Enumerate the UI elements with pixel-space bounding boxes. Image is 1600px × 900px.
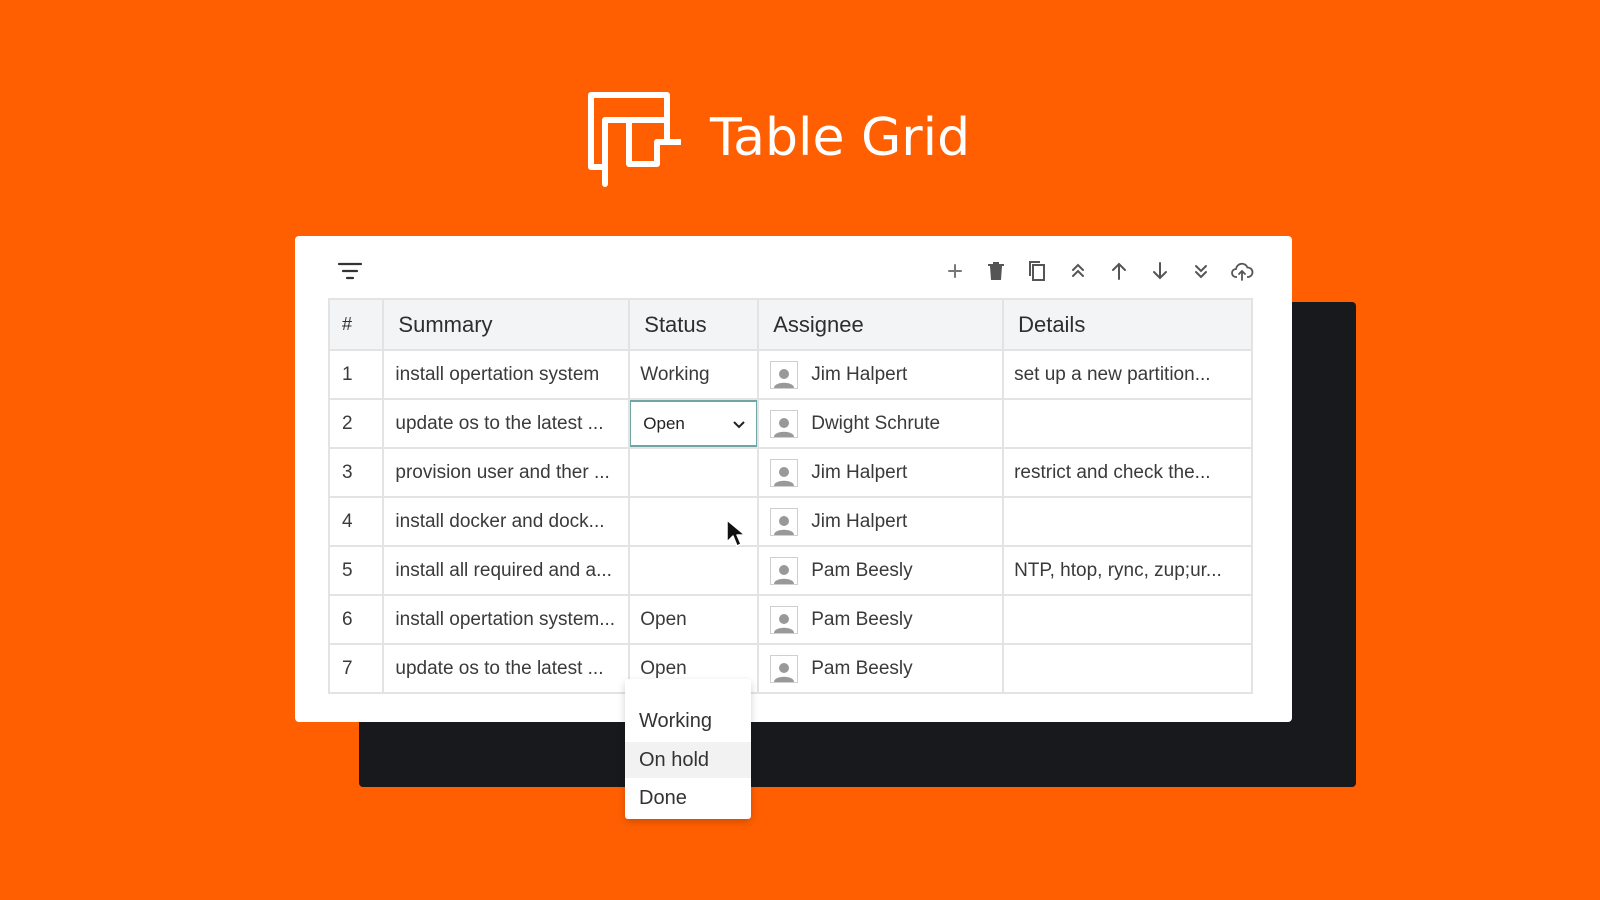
assignee-name: Pam Beesly [811, 608, 913, 630]
avatar-icon [770, 409, 799, 438]
assignee-name: Pam Beesly [811, 559, 913, 581]
row-number: 4 [327, 496, 385, 547]
summary-cell[interactable]: update os to the latest ... [382, 643, 631, 694]
status-select[interactable]: Open [629, 400, 759, 447]
details-cell[interactable] [1002, 398, 1253, 449]
row-number: 7 [327, 643, 385, 694]
column-header-num[interactable]: # [327, 298, 385, 351]
chevron-down-icon [733, 420, 745, 428]
summary-cell[interactable]: provision user and ther ... [382, 447, 631, 498]
details-cell[interactable]: restrict and check the... [1002, 447, 1253, 498]
avatar-icon [770, 605, 799, 634]
row-number: 1 [327, 349, 385, 400]
details-cell[interactable] [1002, 643, 1253, 694]
dropdown-option-done[interactable]: Done [625, 780, 751, 816]
row-number: 3 [327, 447, 385, 498]
table-grid-logo-icon [588, 92, 681, 187]
row-number: 2 [327, 398, 385, 449]
dropdown-option-working[interactable]: Working [625, 703, 751, 739]
column-header-assignee[interactable]: Assignee [757, 298, 1005, 351]
summary-cell[interactable]: install docker and dock... [382, 496, 631, 547]
toolbar [934, 254, 1262, 288]
table-row[interactable]: 2 update os to the latest ... Open Dwigh… [327, 398, 1253, 449]
table-row[interactable]: 4 install docker and dock... Jim Halpert [327, 496, 1253, 547]
filter-icon[interactable] [335, 256, 365, 286]
status-cell[interactable] [628, 447, 760, 498]
column-header-status[interactable]: Status [628, 298, 760, 351]
upload-cloud-icon[interactable] [1221, 254, 1262, 288]
details-cell[interactable] [1002, 594, 1253, 645]
data-grid: # Summary Status Assignee Details 1 inst… [327, 298, 1253, 694]
move-down-icon[interactable] [1139, 254, 1180, 288]
avatar-icon [770, 360, 799, 389]
copy-icon[interactable] [1016, 254, 1057, 288]
status-cell[interactable] [628, 545, 760, 596]
table-row[interactable]: 3 provision user and ther ... Jim Halper… [327, 447, 1253, 498]
move-up-icon[interactable] [1098, 254, 1139, 288]
status-cell[interactable]: Open [628, 594, 760, 645]
dropdown-option-on-hold[interactable]: On hold [625, 742, 751, 778]
row-number: 5 [327, 545, 385, 596]
table-row[interactable]: 1 install opertation system Working Jim … [327, 349, 1253, 400]
column-header-details[interactable]: Details [1002, 298, 1253, 351]
status-select-value: Open [643, 413, 685, 433]
assignee-cell[interactable]: Jim Halpert [757, 496, 1005, 547]
header-row: # Summary Status Assignee Details [327, 298, 1253, 351]
table-row[interactable]: 6 install opertation system... Open Pam … [327, 594, 1253, 645]
brand-logo [585, 92, 681, 188]
column-header-summary[interactable]: Summary [382, 298, 631, 351]
assignee-name: Pam Beesly [811, 657, 913, 679]
assignee-name: Jim Halpert [811, 461, 908, 483]
assignee-cell[interactable]: Jim Halpert [757, 349, 1005, 400]
summary-cell[interactable]: update os to the latest ... [382, 398, 631, 449]
assignee-name: Jim Halpert [811, 363, 908, 385]
assignee-cell[interactable]: Dwight Schrute [757, 398, 1005, 449]
details-cell[interactable]: NTP, htop, rync, zup;ur... [1002, 545, 1253, 596]
mouse-cursor-icon [726, 519, 746, 547]
delete-icon[interactable] [975, 254, 1016, 288]
move-top-icon[interactable] [1057, 254, 1098, 288]
details-cell[interactable] [1002, 496, 1253, 547]
details-cell[interactable]: set up a new partition... [1002, 349, 1253, 400]
add-icon[interactable] [934, 254, 975, 288]
summary-cell[interactable]: install all required and a... [382, 545, 631, 596]
status-cell[interactable]: Open [628, 398, 760, 449]
summary-cell[interactable]: install opertation system [382, 349, 631, 400]
avatar-icon [770, 654, 799, 683]
assignee-cell[interactable]: Pam Beesly [757, 643, 1005, 694]
summary-cell[interactable]: install opertation system... [382, 594, 631, 645]
row-number: 6 [327, 594, 385, 645]
assignee-cell[interactable]: Pam Beesly [757, 594, 1005, 645]
table-row[interactable]: 5 install all required and a... Pam Bees… [327, 545, 1253, 596]
status-cell[interactable]: Working [628, 349, 760, 400]
table-row[interactable]: 7 update os to the latest ... Open Pam B… [327, 643, 1253, 694]
move-bottom-icon[interactable] [1180, 254, 1221, 288]
avatar-icon [770, 458, 799, 487]
avatar-icon [770, 507, 799, 536]
table-grid-card: # Summary Status Assignee Details 1 inst… [295, 236, 1292, 819]
avatar-icon [770, 556, 799, 585]
assignee-name: Dwight Schrute [811, 412, 941, 434]
assignee-cell[interactable]: Pam Beesly [757, 545, 1005, 596]
assignee-name: Jim Halpert [811, 510, 908, 532]
brand-title: Table Grid [710, 108, 971, 168]
status-dropdown-menu: Working On hold Done [625, 679, 751, 819]
assignee-cell[interactable]: Jim Halpert [757, 447, 1005, 498]
